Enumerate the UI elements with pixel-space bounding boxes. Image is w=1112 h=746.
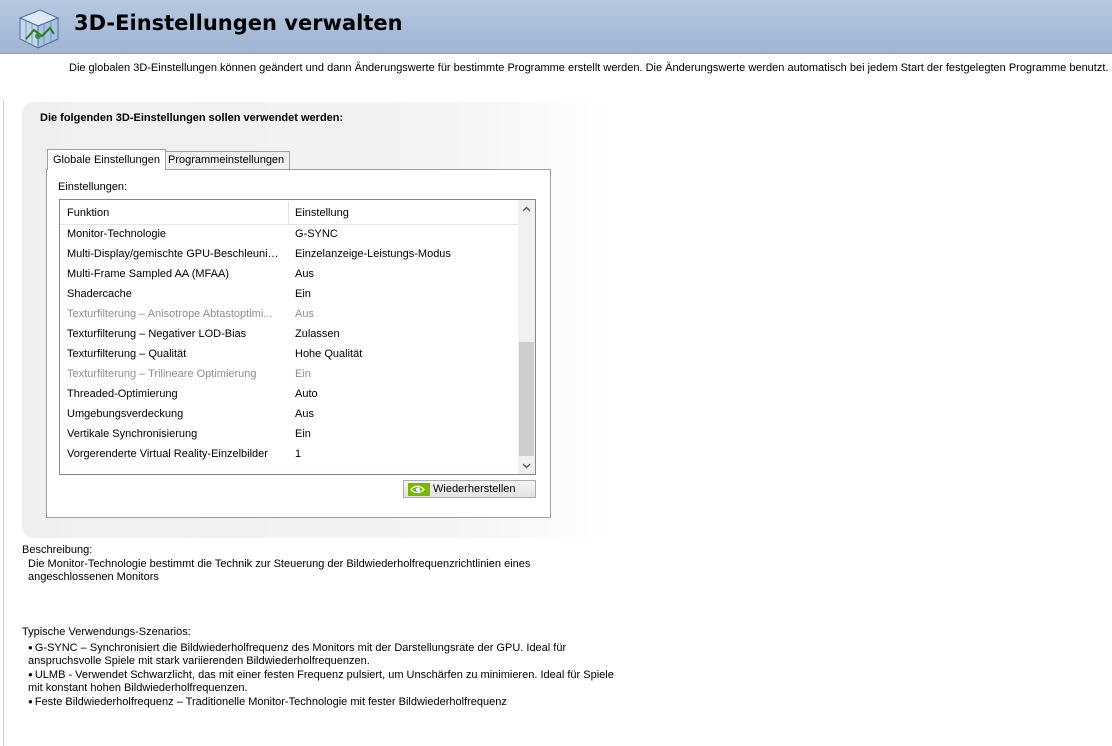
scroll-up-icon[interactable] bbox=[518, 200, 535, 217]
row-feature: Texturfilterung – Trilineare Optimierung bbox=[67, 368, 257, 380]
left-divider bbox=[3, 100, 4, 746]
tab-program-settings[interactable]: Programmeinstellungen bbox=[162, 151, 291, 169]
restore-button[interactable]: Wiederherstellen bbox=[403, 480, 536, 498]
bullet-icon: ● bbox=[28, 643, 33, 652]
usage-list: ● G-SYNC – Synchronisiert die Bildwiederh… bbox=[28, 641, 628, 709]
column-header-function[interactable]: Funktion bbox=[67, 207, 109, 219]
table-row[interactable]: Monitor-Technologie G-SYNC bbox=[60, 225, 519, 245]
row-value: 1 bbox=[295, 448, 302, 460]
usage-item-text: G-SYNC – Synchronisiert die Bildwiederho… bbox=[28, 642, 567, 667]
table-row[interactable]: Threaded-Optimierung Auto bbox=[60, 385, 519, 405]
row-feature: Texturfilterung – Negativer LOD-Bias bbox=[67, 328, 247, 340]
row-value: Ein bbox=[295, 288, 311, 300]
table-row[interactable]: Texturfilterung – Negativer LOD-Bias Zul… bbox=[60, 325, 519, 345]
row-feature: Multi-Display/gemischte GPU-Beschleunigu… bbox=[67, 248, 283, 260]
page-title: 3D-Einstellungen verwalten bbox=[74, 11, 403, 35]
table-row[interactable]: Multi-Display/gemischte GPU-Beschleunigu… bbox=[60, 245, 519, 265]
row-feature: Vorgerenderte Virtual Reality-Einzelbild… bbox=[67, 448, 268, 460]
row-feature: Threaded-Optimierung bbox=[67, 388, 178, 400]
table-row[interactable]: Shadercache Ein bbox=[60, 285, 519, 305]
nvidia-logo-icon bbox=[408, 483, 430, 496]
3d-cube-icon bbox=[14, 6, 62, 50]
table-row[interactable]: Vorgerenderte Virtual Reality-Einzelbild… bbox=[60, 445, 519, 465]
settings-list[interactable]: Funktion Einstellung Monitor-Technologie… bbox=[59, 199, 536, 475]
bullet-icon: ● bbox=[28, 670, 33, 679]
scroll-down-icon[interactable] bbox=[518, 457, 535, 474]
table-row[interactable]: Texturfilterung – Qualität Hohe Qualität bbox=[60, 345, 519, 365]
row-value: Aus bbox=[295, 308, 314, 320]
row-feature: Umgebungsverdeckung bbox=[67, 408, 184, 420]
intro-text: Die globalen 3D-Einstellungen können geä… bbox=[69, 62, 1109, 74]
description-heading: Beschreibung: bbox=[22, 544, 93, 556]
row-feature: Shadercache bbox=[67, 288, 132, 300]
bullet-icon: ● bbox=[28, 697, 33, 706]
usage-item-text: Feste Bildwiederholfrequenz – Traditione… bbox=[34, 696, 507, 708]
table-row[interactable]: Umgebungsverdeckung Aus bbox=[60, 405, 519, 425]
column-separator[interactable] bbox=[288, 202, 289, 224]
usage-item-text: ULMB - Verwendet Schwarzlicht, das mit e… bbox=[28, 669, 614, 694]
row-value: G-SYNC bbox=[295, 228, 338, 240]
row-feature: Texturfilterung – Anisotrope Abtastoptim… bbox=[67, 308, 273, 320]
table-row[interactable]: Texturfilterung – Anisotrope Abtastoptim… bbox=[60, 305, 519, 325]
table-row[interactable]: Multi-Frame Sampled AA (MFAA) Aus bbox=[60, 265, 519, 285]
row-value: Aus bbox=[295, 268, 314, 280]
usage-heading: Typische Verwendungs-Szenarios: bbox=[22, 626, 191, 638]
restore-button-label: Wiederherstellen bbox=[433, 483, 516, 495]
list-item: ● Feste Bildwiederholfrequenz – Tradition… bbox=[28, 695, 628, 709]
row-feature: Monitor-Technologie bbox=[67, 228, 167, 240]
row-feature: Vertikale Synchronisierung bbox=[67, 428, 198, 440]
row-value: Ein bbox=[295, 428, 311, 440]
list-item: ● G-SYNC – Synchronisiert die Bildwiederh… bbox=[28, 641, 628, 668]
description-text: Die Monitor-Technologie bestimmt die Tec… bbox=[28, 558, 531, 583]
row-value: Einzelanzeige-Leistungs-Modus bbox=[295, 248, 451, 260]
column-header-setting[interactable]: Einstellung bbox=[295, 207, 349, 219]
scrollbar-thumb[interactable] bbox=[519, 342, 534, 456]
list-header: Funktion Einstellung bbox=[60, 200, 519, 225]
table-row[interactable]: Vertikale Synchronisierung Ein bbox=[60, 425, 519, 445]
vertical-scrollbar[interactable] bbox=[518, 200, 535, 474]
row-value: Aus bbox=[295, 408, 314, 420]
row-value: Zulassen bbox=[295, 328, 340, 340]
table-row[interactable]: Texturfilterung – Trilineare Optimierung… bbox=[60, 365, 519, 385]
panel-heading: Die folgenden 3D-Einstellungen sollen ve… bbox=[40, 112, 344, 124]
row-value: Hohe Qualität bbox=[295, 348, 363, 360]
header-bar: 3D-Einstellungen verwalten bbox=[0, 0, 1112, 54]
settings-label: Einstellungen: bbox=[58, 181, 128, 193]
list-item: ● ULMB - Verwendet Schwarzlicht, das mit … bbox=[28, 668, 628, 695]
tab-global-settings[interactable]: Globale Einstellungen bbox=[47, 149, 167, 170]
row-value: Auto bbox=[295, 388, 318, 400]
row-feature: Multi-Frame Sampled AA (MFAA) bbox=[67, 268, 229, 280]
row-feature: Texturfilterung – Qualität bbox=[67, 348, 187, 360]
row-value: Ein bbox=[295, 368, 311, 380]
